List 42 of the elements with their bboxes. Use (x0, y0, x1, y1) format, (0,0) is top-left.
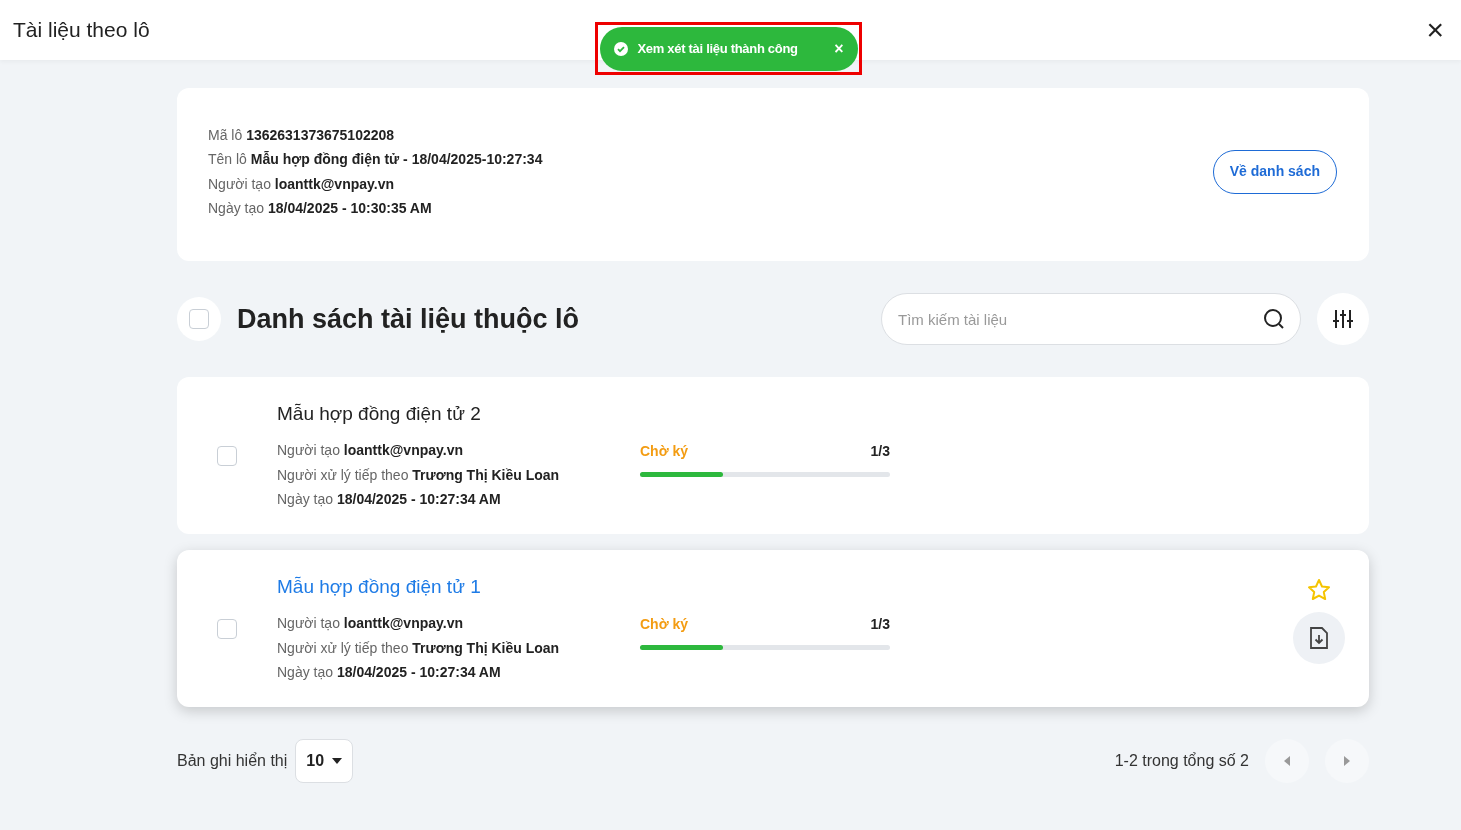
checkbox[interactable] (217, 445, 237, 466)
search-icon[interactable] (1263, 308, 1285, 330)
checkbox[interactable] (217, 618, 237, 639)
document-title[interactable]: Mẫu hợp đồng điện tử 2 (277, 399, 637, 428)
info-line: Người tạo loanttk@vnpay.vn (277, 441, 464, 460)
left-caret-icon (1284, 756, 1290, 766)
pagination-range: 1-2 trong tổng số 2 (1114, 751, 1249, 771)
page-title: Tài liệu theo lô (13, 17, 150, 44)
progress-count: 1/3 (870, 615, 890, 634)
document-title[interactable]: Mẫu hợp đồng điện tử 1 (277, 572, 637, 601)
file-download-icon (1309, 627, 1329, 649)
caret-icon (332, 758, 343, 764)
previous-page-button[interactable] (1265, 739, 1309, 783)
info-line: Người tạo loanttk@vnpay.vn (208, 174, 395, 194)
info-line: Mã lô 1362631373675102208 (208, 125, 396, 145)
filter-button[interactable] (1317, 293, 1369, 345)
page-size-label: Bản ghi hiển thị (177, 751, 288, 771)
download-button[interactable] (1293, 612, 1345, 664)
document-card[interactable]: Mẫu hợp đồng điện tử 2 Người tạo loanttk@vnpay.vn Người xử lý tiếp theo Trương Thị Kiều Loan Ngày tạo 18/04/2025 - 10:27:34 AM Chờ ký 1/3 (177, 377, 1369, 534)
info-line: Người xử lý tiếp theo Trương Thị Kiều Loan (277, 638, 561, 658)
close-button[interactable]: × (1426, 15, 1444, 45)
list-title: Danh sách tài liệu thuộc lô (237, 302, 580, 336)
toast-message: Xem xét tài liệu thành công (637, 39, 799, 58)
star-icon[interactable] (1307, 578, 1331, 602)
right-caret-icon (1344, 756, 1350, 766)
search-field[interactable]: Tìm kiếm tài liệu (881, 293, 1301, 345)
info-line: Người xử lý tiếp theo Trương Thị Kiều Loan (277, 465, 561, 485)
info-line: Ngày tạo 18/04/2025 - 10:27:34 AM (277, 663, 502, 682)
info-line: Người tạo loanttk@vnpay.vn (277, 614, 464, 633)
back-to-list-button[interactable]: Về danh sách (1212, 149, 1337, 194)
status-label: Chờ ký (640, 615, 689, 634)
info-line: Tên lô Mẫu hợp đồng điện tử - 18/04/2025-10:27:34 (208, 150, 543, 169)
info-line: Ngày tạo 18/04/2025 - 10:27:34 AM (277, 490, 502, 509)
next-page-button[interactable] (1325, 739, 1369, 783)
checkbox[interactable] (189, 309, 209, 329)
check-circle-icon (613, 41, 628, 56)
page-size-dropdown[interactable]: 10 (295, 739, 354, 783)
status-label: Chờ ký (640, 442, 689, 461)
info-line: Ngày tạo 18/04/2025 - 10:30:35 AM (208, 199, 433, 218)
sliders-icon (1332, 308, 1354, 330)
progress-count: 1/3 (870, 442, 890, 461)
document-card[interactable]: Mẫu hợp đồng điện tử 1 Người tạo loanttk@vnpay.vn Người xử lý tiếp theo Trương Thị Kiều Loan Ngày tạo 18/04/2025 - 10:27:34 AM Chờ ký 1/3 (177, 550, 1369, 707)
